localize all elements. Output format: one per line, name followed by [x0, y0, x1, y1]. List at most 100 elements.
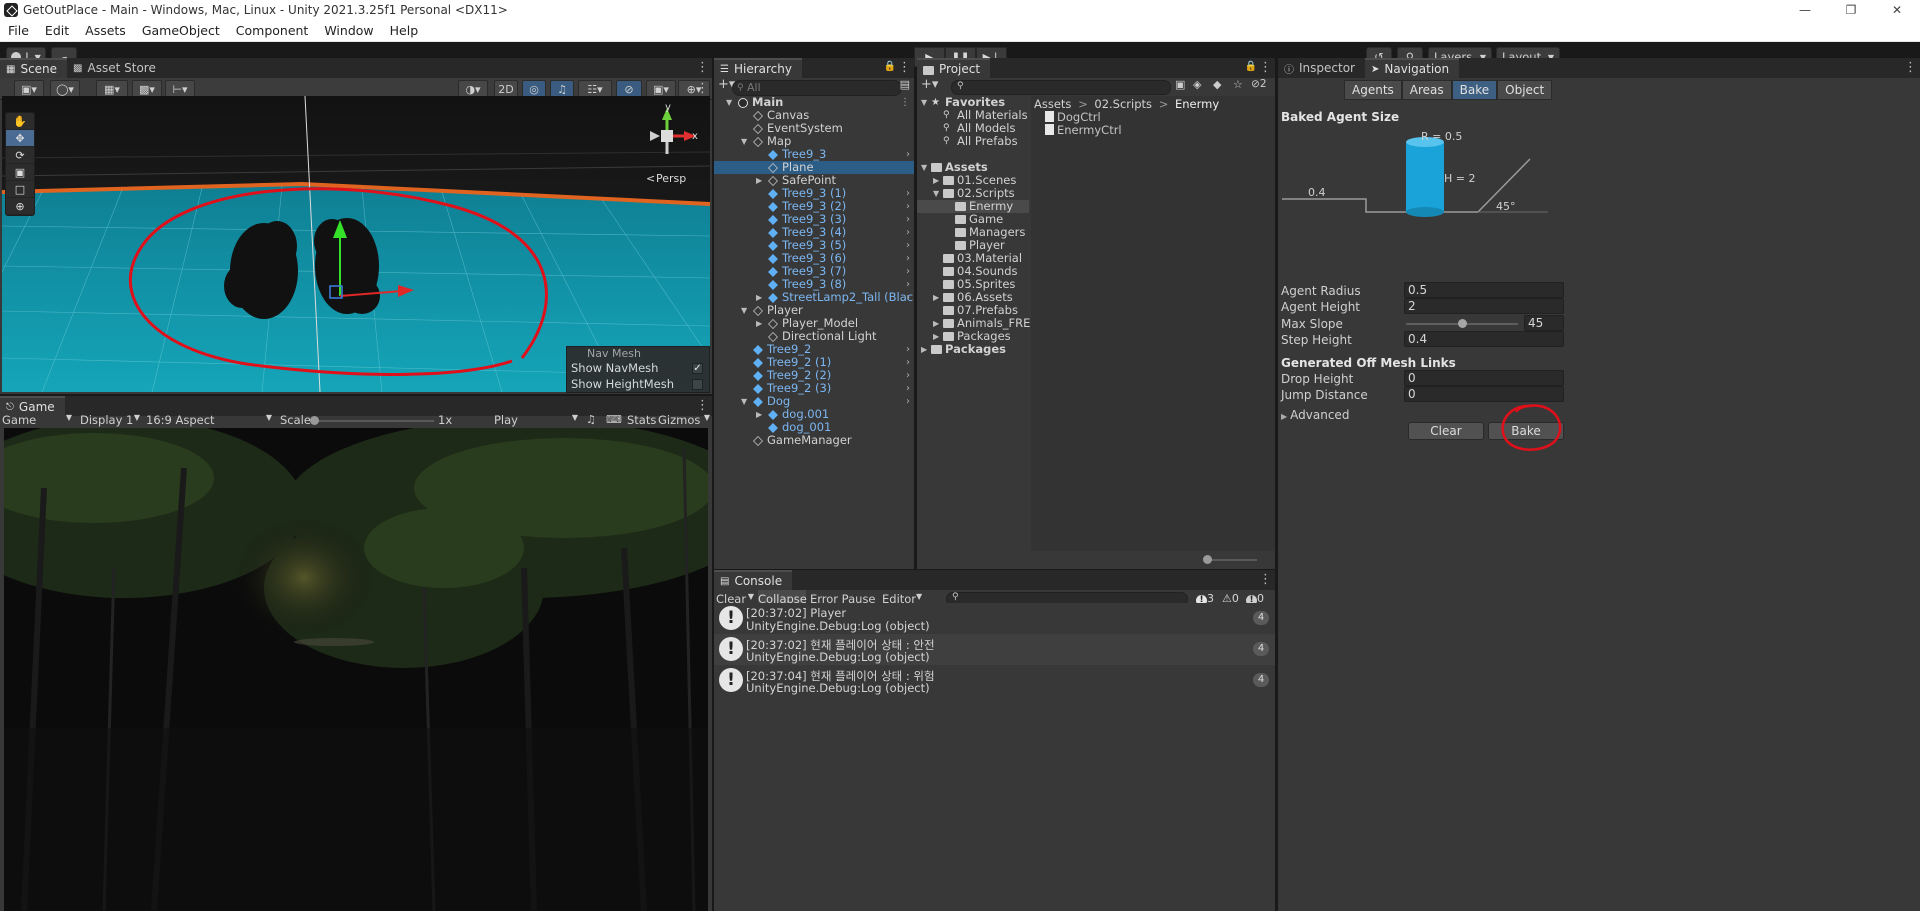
- breadcrumb-scripts[interactable]: 02.Scripts: [1094, 97, 1152, 111]
- breadcrumb-assets[interactable]: Assets: [1034, 97, 1071, 111]
- close-icon[interactable]: ✕: [1874, 0, 1920, 20]
- console-menu-icon[interactable]: ⋮: [1259, 572, 1272, 587]
- agent-radius-field[interactable]: 0.5: [1404, 282, 1564, 298]
- collapse-arrow-icon[interactable]: ▶: [756, 291, 762, 304]
- menu-gameobject[interactable]: GameObject: [134, 23, 228, 38]
- expand-arrow-icon[interactable]: ▼: [921, 96, 927, 109]
- tab-console[interactable]: ▤ Console: [714, 570, 793, 590]
- game-view-dropdown[interactable]: Game ▼: [2, 413, 72, 427]
- collapse-arrow-icon[interactable]: ▶: [933, 330, 939, 343]
- move-tool-icon[interactable]: ✥: [6, 130, 34, 147]
- display-dropdown[interactable]: Display 1 ▼: [80, 413, 140, 427]
- asset-file-item[interactable]: DogCtrl: [1045, 110, 1101, 124]
- show-heightmesh-checkbox[interactable]: [692, 378, 703, 390]
- tab-hierarchy[interactable]: ☰ Hierarchy: [714, 58, 802, 78]
- collapse-arrow-icon[interactable]: ▶: [933, 317, 939, 330]
- hierarchy-item[interactable]: GameManager: [714, 434, 914, 447]
- prefab-open-chevron-icon[interactable]: ›: [906, 265, 910, 278]
- lock-icon[interactable]: 🔒: [884, 61, 896, 72]
- subtab-object[interactable]: Object: [1497, 80, 1553, 100]
- collapse-arrow-icon[interactable]: ▶: [921, 343, 927, 356]
- prefab-open-chevron-icon[interactable]: ›: [906, 252, 910, 265]
- scene-kebab-icon[interactable]: ⋮: [900, 96, 910, 109]
- breadcrumb-enermy[interactable]: Enermy: [1175, 97, 1219, 111]
- hierarchy-item[interactable]: ▶ StreetLamp2_Tall (Black ›: [714, 291, 914, 304]
- agent-height-field[interactable]: 2: [1404, 298, 1564, 314]
- project-add-icon[interactable]: +▾: [921, 77, 938, 92]
- mute-audio-icon[interactable]: ♫: [586, 413, 596, 426]
- drop-height-field[interactable]: 0: [1404, 370, 1564, 386]
- prefab-open-chevron-icon[interactable]: ›: [906, 213, 910, 226]
- project-lock-icon[interactable]: 🔒: [1245, 61, 1257, 72]
- favorite-star-icon[interactable]: ☆: [1233, 78, 1243, 91]
- prefab-open-chevron-icon[interactable]: ›: [906, 148, 910, 161]
- menu-help[interactable]: Help: [382, 23, 427, 38]
- expand-arrow-icon[interactable]: ▼: [741, 135, 747, 148]
- inspector-menu-icon[interactable]: ⋮: [1904, 60, 1917, 75]
- hierarchy-item[interactable]: ▼ Main ⋮: [714, 96, 914, 109]
- show-navmesh-row[interactable]: Show NavMesh ✓: [567, 360, 709, 376]
- scene-menu-icon[interactable]: ⋮: [696, 60, 709, 75]
- tag-icon[interactable]: ◆: [1213, 78, 1221, 91]
- scene-toolbar-menu-icon[interactable]: ⋮: [696, 81, 709, 96]
- collapse-arrow-icon[interactable]: ▶: [756, 317, 762, 330]
- minimize-icon[interactable]: —: [1782, 0, 1828, 20]
- project-search-input[interactable]: ⚲: [951, 80, 1171, 95]
- prefab-open-chevron-icon[interactable]: ›: [906, 395, 910, 408]
- tab-scene[interactable]: ▦ Scene: [0, 58, 68, 78]
- search-by-label-icon[interactable]: ◈: [1193, 78, 1201, 91]
- scale-slider-thumb[interactable]: [310, 416, 319, 425]
- max-slope-slider[interactable]: [1406, 319, 1518, 328]
- scale-slider[interactable]: [310, 416, 434, 425]
- hierarchy-item[interactable]: Directional Light: [714, 330, 914, 343]
- hierarchy-item[interactable]: Tree9_3 ›: [714, 148, 914, 161]
- menu-edit[interactable]: Edit: [37, 23, 77, 38]
- project-menu-icon[interactable]: ⋮: [1259, 60, 1272, 75]
- console-log-entry[interactable]: ! [20:37:04] 현재 플레이어 상태 : 위험 UnityEngine.D…: [714, 665, 1275, 696]
- subtab-agents[interactable]: Agents: [1344, 80, 1402, 100]
- expand-arrow-icon[interactable]: ▼: [741, 304, 747, 317]
- restore-icon[interactable]: ❐: [1828, 0, 1874, 20]
- console-log-entry[interactable]: ! [20:37:02] 현재 플레이어 상태 : 안전 UnityEngine.D…: [714, 634, 1275, 665]
- hand-tool-icon[interactable]: ✋: [6, 113, 34, 130]
- console-log-entry[interactable]: ! [20:37:02] Player UnityEngine.Debug:Log …: [714, 603, 1275, 634]
- expand-arrow-icon[interactable]: ▼: [726, 96, 732, 109]
- game-menu-icon[interactable]: ⋮: [696, 398, 709, 413]
- icon-size-slider[interactable]: [1203, 555, 1257, 564]
- collapse-arrow-icon[interactable]: ▶: [756, 174, 762, 187]
- tab-asset-store[interactable]: ▩ Asset Store: [67, 58, 166, 78]
- stats-button[interactable]: Stats: [627, 413, 656, 427]
- tab-inspector[interactable]: ⓘ Inspector: [1278, 58, 1365, 78]
- show-navmesh-checkbox[interactable]: ✓: [692, 362, 703, 374]
- prefab-open-chevron-icon[interactable]: ›: [906, 226, 910, 239]
- subtab-bake[interactable]: Bake: [1451, 80, 1498, 100]
- project-folder-item[interactable]: ▶ Packages: [917, 343, 1029, 356]
- hierarchy-item[interactable]: EventSystem: [714, 122, 914, 135]
- step-height-field[interactable]: 0.4: [1404, 331, 1564, 347]
- advanced-foldout[interactable]: ▶ Advanced: [1281, 408, 1349, 422]
- menu-component[interactable]: Component: [228, 23, 317, 38]
- transform-tool-icon[interactable]: ⊕: [6, 198, 34, 215]
- expand-arrow-icon[interactable]: ▼: [921, 161, 927, 174]
- collapse-arrow-icon[interactable]: ▶: [933, 291, 939, 304]
- aspect-dropdown[interactable]: 16:9 Aspect ▼: [146, 413, 272, 427]
- expand-arrow-icon[interactable]: ▼: [741, 395, 747, 408]
- prefab-open-chevron-icon[interactable]: ›: [906, 356, 910, 369]
- subtab-areas[interactable]: Areas: [1401, 80, 1452, 100]
- prefab-open-chevron-icon[interactable]: ›: [906, 291, 910, 304]
- prefab-open-chevron-icon[interactable]: ›: [906, 369, 910, 382]
- show-heightmesh-row[interactable]: Show HeightMesh: [567, 376, 709, 392]
- max-slope-field[interactable]: 45: [1524, 315, 1564, 331]
- hierarchy-search-input[interactable]: ⚲ All: [732, 80, 902, 96]
- max-slope-thumb[interactable]: [1458, 319, 1467, 328]
- hidden-packages-toggle[interactable]: ⊘2: [1251, 78, 1267, 90]
- scale-tool-icon[interactable]: ▣: [6, 164, 34, 181]
- scene-visibility-icon[interactable]: ▤: [900, 78, 910, 91]
- asset-file-item[interactable]: EnermyCtrl: [1045, 123, 1122, 137]
- project-folder-item[interactable]: ⚲ All Prefabs: [917, 135, 1029, 148]
- clear-button[interactable]: Clear: [1408, 422, 1484, 440]
- rect-tool-icon[interactable]: □: [6, 181, 34, 198]
- prefab-open-chevron-icon[interactable]: ›: [906, 200, 910, 213]
- icon-size-thumb[interactable]: [1203, 555, 1212, 564]
- prefab-open-chevron-icon[interactable]: ›: [906, 382, 910, 395]
